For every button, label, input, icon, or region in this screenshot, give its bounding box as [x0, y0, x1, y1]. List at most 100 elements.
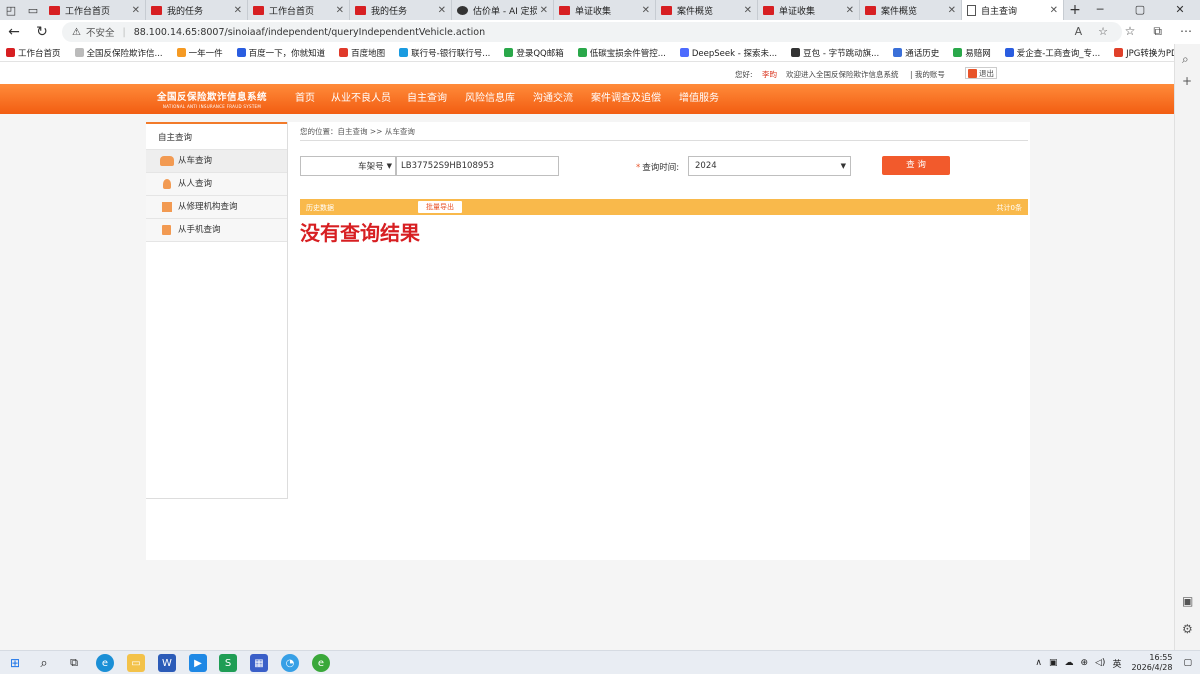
result-total: 共计0条	[996, 204, 1022, 212]
search-icon[interactable]: ⌕	[35, 654, 53, 672]
volume-icon[interactable]: ◁)	[1095, 658, 1105, 668]
sidebar-item[interactable]: 从手机查询	[146, 219, 287, 242]
sidebar-item[interactable]: 从车查询	[146, 150, 287, 173]
bookmarks-more-icon[interactable]: ›	[1152, 46, 1156, 59]
bookmark-icon	[74, 48, 84, 57]
system-clock[interactable]: 16:55 2026/4/28	[1131, 653, 1172, 673]
search-icon[interactable]: ⌕	[1182, 52, 1189, 67]
sidebar-item[interactable]: 从人查询	[146, 173, 287, 196]
vin-input[interactable]: LB37752S9HB108953	[396, 156, 559, 176]
browser-tab[interactable]: 工作台首页 ✕	[248, 0, 350, 20]
sidebar-item[interactable]: 从修理机构查询	[146, 196, 287, 219]
refresh-button[interactable]: ↻	[28, 24, 56, 40]
screen-icon[interactable]: ▣	[1182, 594, 1193, 608]
more-menu-icon[interactable]: ⋯	[1180, 24, 1192, 39]
nav-menu-item[interactable]: 从业不良人员	[324, 84, 398, 114]
tab-close-icon[interactable]: ✕	[336, 5, 344, 16]
site-logo[interactable]: 全国反保险欺诈信息系统 NATIONAL ANTI INSURANCE FRAU…	[152, 89, 272, 109]
collections-icon[interactable]: ⧉	[1153, 24, 1162, 39]
bookmark-item[interactable]: 百度地图	[339, 47, 385, 59]
app-icon[interactable]: ▶	[189, 654, 207, 672]
minimize-button[interactable]: ─	[1080, 0, 1120, 20]
close-window-button[interactable]: ✕	[1160, 0, 1200, 20]
nav-menu-item[interactable]: 自主查询	[398, 84, 456, 114]
nav-menu-item[interactable]: 沟通交流	[524, 84, 582, 114]
task-view-icon[interactable]: ⧉	[65, 654, 83, 672]
browser-tab[interactable]: 案件概览 ✕	[656, 0, 758, 20]
bookmark-item[interactable]: 工作台首页	[6, 47, 61, 59]
ie-browser-icon[interactable]: e	[312, 654, 330, 672]
tab-close-icon[interactable]: ✕	[1050, 5, 1058, 16]
bookmark-item[interactable]: 登录QQ邮箱	[504, 47, 564, 59]
favorites-icon[interactable]: ☆	[1125, 24, 1136, 39]
tray-app-icon[interactable]: ▣	[1049, 658, 1058, 668]
sidebar-title: 自主查询	[146, 122, 287, 150]
tab-close-icon[interactable]: ✕	[234, 5, 242, 16]
url-text[interactable]: 88.100.14.65:8007/sinoiaaf/independent/q…	[134, 27, 485, 38]
network-icon[interactable]: ⊕	[1080, 658, 1088, 668]
browser-tab[interactable]: 自主查询 ✕	[962, 0, 1064, 20]
nav-menu-item[interactable]: 增值服务	[670, 84, 728, 114]
spreadsheet-icon[interactable]: S	[219, 654, 237, 672]
browser-tab[interactable]: 工作台首页 ✕	[44, 0, 146, 20]
back-button[interactable]: ←	[0, 24, 28, 40]
chevron-up-icon[interactable]: ∧	[1035, 658, 1042, 668]
settings-icon[interactable]: ⚙	[1182, 622, 1193, 636]
bookmark-item[interactable]: 百度一下，你就知道	[236, 47, 325, 59]
query-button[interactable]: 查 询	[882, 156, 950, 175]
bookmark-item[interactable]: 一年一件	[176, 47, 223, 59]
browser-tab[interactable]: 我的任务 ✕	[350, 0, 452, 20]
bookmark-label: 全国反保险欺诈信...	[86, 48, 163, 59]
nav-menu-item[interactable]: 案件调查及追偿	[582, 84, 670, 114]
sidebar-item-label: 从车查询	[178, 155, 213, 166]
tab-close-icon[interactable]: ✕	[642, 5, 650, 16]
my-account-link[interactable]: | 我的账号	[910, 69, 945, 80]
bookmark-label: 易赔网	[965, 48, 991, 59]
bookmark-item[interactable]: 低碳宝损余件管控...	[577, 47, 666, 59]
nav-menu-item[interactable]: 首页	[286, 84, 324, 114]
browser-tab[interactable]: 单证收集 ✕	[554, 0, 656, 20]
add-icon[interactable]: +	[1182, 74, 1192, 88]
query-type-select[interactable]: 车架号 ▼	[300, 156, 396, 176]
tab-actions-icon[interactable]: ▭	[22, 0, 44, 20]
tab-close-icon[interactable]: ✕	[438, 5, 446, 16]
tab-close-icon[interactable]: ✕	[744, 5, 752, 16]
network-app-icon[interactable]: ▦	[250, 654, 268, 672]
maximize-button[interactable]: ▢	[1120, 0, 1160, 20]
browser-tab[interactable]: 案件概览 ✕	[860, 0, 962, 20]
browser-tab[interactable]: 我的任务 ✕	[146, 0, 248, 20]
profile-icon[interactable]: ◰	[0, 0, 22, 20]
tab-close-icon[interactable]: ✕	[846, 5, 854, 16]
tab-favicon-icon	[151, 5, 162, 15]
bookmark-item[interactable]: 联行号-银行联行号...	[399, 47, 490, 59]
windows-start-icon[interactable]: ⊞	[6, 654, 24, 672]
main-panel: 自主查询 从车查询 从人查询 从修理机构查询 从手机查询 您的位置：自主查询 >> 从…	[146, 122, 1030, 560]
user-bar: 您好: 李昀 欢迎进入全国反保险欺诈信息系统 | 我的账号 退出	[0, 62, 1174, 84]
input-language[interactable]: 英	[1112, 657, 1121, 670]
address-bar[interactable]: ⚠ 不安全 | 88.100.14.65:8007/sinoiaaf/indep…	[62, 22, 1122, 42]
word-icon[interactable]: W	[158, 654, 176, 672]
read-aloud-icon[interactable]: A	[1075, 25, 1083, 38]
logout-button[interactable]: 退出	[965, 67, 997, 79]
notification-icon[interactable]: ▢	[1183, 658, 1192, 668]
tab-close-icon[interactable]: ✕	[948, 5, 956, 16]
tray-cloud-icon[interactable]: ☁	[1064, 658, 1073, 668]
tab-close-icon[interactable]: ✕	[540, 5, 548, 16]
batch-export-button[interactable]: 批量导出	[418, 201, 462, 213]
bookmark-item[interactable]: 爱企查-工商查询_专...	[1004, 47, 1100, 59]
browser-tab[interactable]: 单证收集 ✕	[758, 0, 860, 20]
nav-menu-item[interactable]: 风险信息库	[456, 84, 524, 114]
bookmark-item[interactable]: DeepSeek - 探索未...	[679, 47, 777, 59]
tab-close-icon[interactable]: ✕	[132, 5, 140, 16]
chat-app-icon[interactable]: ◔	[281, 654, 299, 672]
bookmark-icon	[6, 48, 15, 57]
file-explorer-icon[interactable]: ▭	[127, 654, 145, 672]
year-select[interactable]: 2024 ▼	[688, 156, 851, 176]
bookmark-item[interactable]: 通话历史	[893, 47, 939, 59]
bookmark-item[interactable]: 全国反保险欺诈信...	[74, 47, 163, 59]
browser-tab[interactable]: 估价单 - AI 定损 ✕	[452, 0, 554, 20]
edge-browser-icon[interactable]: e	[96, 654, 114, 672]
favorite-star-icon[interactable]: ☆	[1098, 25, 1108, 38]
bookmark-item[interactable]: 易赔网	[953, 47, 991, 59]
bookmark-item[interactable]: 豆包 - 字节跳动旗...	[791, 47, 879, 59]
